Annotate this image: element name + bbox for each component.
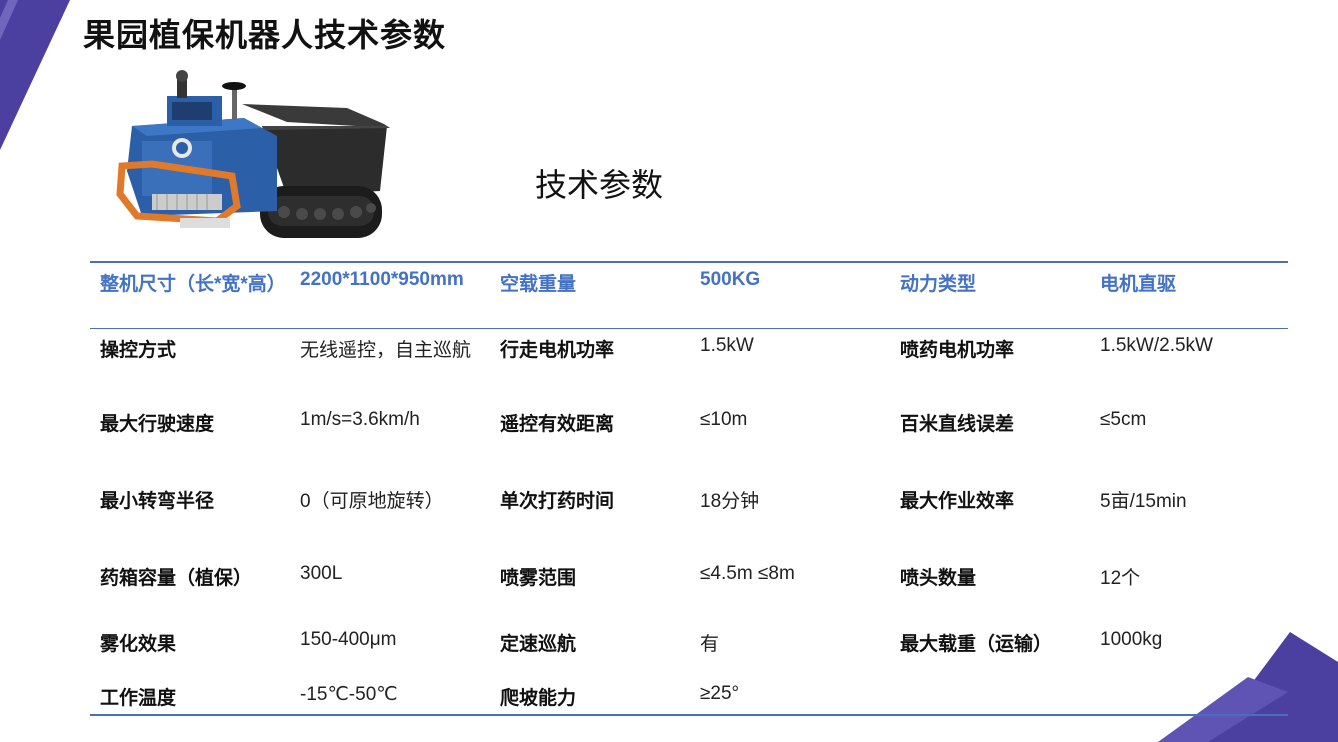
- table-row: 药箱容量（植保） 300L 喷雾范围 ≤4.5m ≤8m 喷头数量 12个: [90, 554, 1288, 622]
- spec-label: 百米直线误差: [900, 414, 1015, 435]
- spec-label: 行走电机功率: [500, 340, 615, 361]
- spec-label: 最大行驶速度: [100, 414, 215, 435]
- spec-label: 雾化效果: [100, 634, 177, 655]
- spec-value: 5亩/15min: [1100, 491, 1187, 512]
- spec-value: 有: [700, 634, 720, 655]
- spec-value: ≤10m: [700, 409, 748, 430]
- spec-value: 电机直驱: [1090, 262, 1288, 329]
- spec-value: 1.5kW: [700, 335, 754, 356]
- spec-label: 空载重量: [490, 262, 690, 329]
- spec-value: ≤4.5m ≤8m: [700, 563, 795, 584]
- spec-value: ≥25°: [700, 683, 740, 704]
- spec-value: [1090, 681, 1288, 715]
- section-subtitle: 技术参数: [535, 166, 664, 204]
- spec-value: 1m/s=3.6km/h: [300, 409, 420, 430]
- spec-label: 工作温度: [100, 688, 177, 709]
- table-row: 工作温度 -15℃-50℃ 爬坡能力 ≥25°: [90, 681, 1288, 715]
- table-row: 雾化效果 150-400μm 定速巡航 有 最大载重（运输） 1000kg: [90, 622, 1288, 681]
- spec-label: 最大载重（运输）: [900, 634, 1053, 655]
- spec-label: 整机尺寸（长*宽*高）: [90, 262, 290, 329]
- corner-decoration-top-left: [0, 0, 70, 150]
- spec-label: 药箱容量（植保）: [100, 568, 253, 589]
- table-row: 最大行驶速度 1m/s=3.6km/h 遥控有效距离 ≤10m 百米直线误差 ≤…: [90, 401, 1288, 478]
- spec-value: 150-400μm: [300, 629, 397, 650]
- spec-value: -15℃-50℃: [300, 684, 398, 705]
- robot-image: [116, 70, 390, 238]
- spec-label: 喷药电机功率: [900, 340, 1015, 361]
- spec-value: 无线遥控，自主巡航: [300, 340, 472, 361]
- spec-label: 爬坡能力: [500, 688, 577, 709]
- table-row: 最小转弯半径 0（可原地旋转） 单次打药时间 18分钟 最大作业效率 5亩/15…: [90, 478, 1288, 554]
- spec-value: 1.5kW/2.5kW: [1100, 335, 1213, 356]
- spec-label: [890, 681, 1090, 715]
- spec-label: 喷雾范围: [500, 568, 577, 589]
- spec-value: 1000kg: [1100, 629, 1163, 650]
- table-header-row: 整机尺寸（长*宽*高） 2200*1100*950mm 空载重量 500KG 动…: [90, 262, 1288, 329]
- spec-label: 喷头数量: [900, 568, 977, 589]
- spec-label: 单次打药时间: [500, 491, 615, 512]
- spec-table: 整机尺寸（长*宽*高） 2200*1100*950mm 空载重量 500KG 动…: [90, 261, 1288, 716]
- spec-label: 最大作业效率: [900, 491, 1015, 512]
- spec-value: 0（可原地旋转）: [300, 491, 444, 512]
- spec-value: ≤5cm: [1100, 409, 1147, 430]
- spec-value: 12个: [1100, 568, 1141, 589]
- table-row: 操控方式 无线遥控，自主巡航 行走电机功率 1.5kW 喷药电机功率 1.5kW…: [90, 329, 1288, 402]
- spec-label: 动力类型: [890, 262, 1090, 329]
- spec-label: 遥控有效距离: [500, 414, 615, 435]
- spec-value: 18分钟: [700, 491, 760, 512]
- spec-label: 操控方式: [100, 340, 177, 361]
- spec-label: 最小转弯半径: [100, 491, 215, 512]
- page-title: 果园植保机器人技术参数: [83, 17, 447, 53]
- spec-value: 2200*1100*950mm: [290, 262, 490, 329]
- spec-label: 定速巡航: [500, 634, 577, 655]
- spec-value: 300L: [300, 563, 343, 584]
- spec-value: 500KG: [690, 262, 890, 329]
